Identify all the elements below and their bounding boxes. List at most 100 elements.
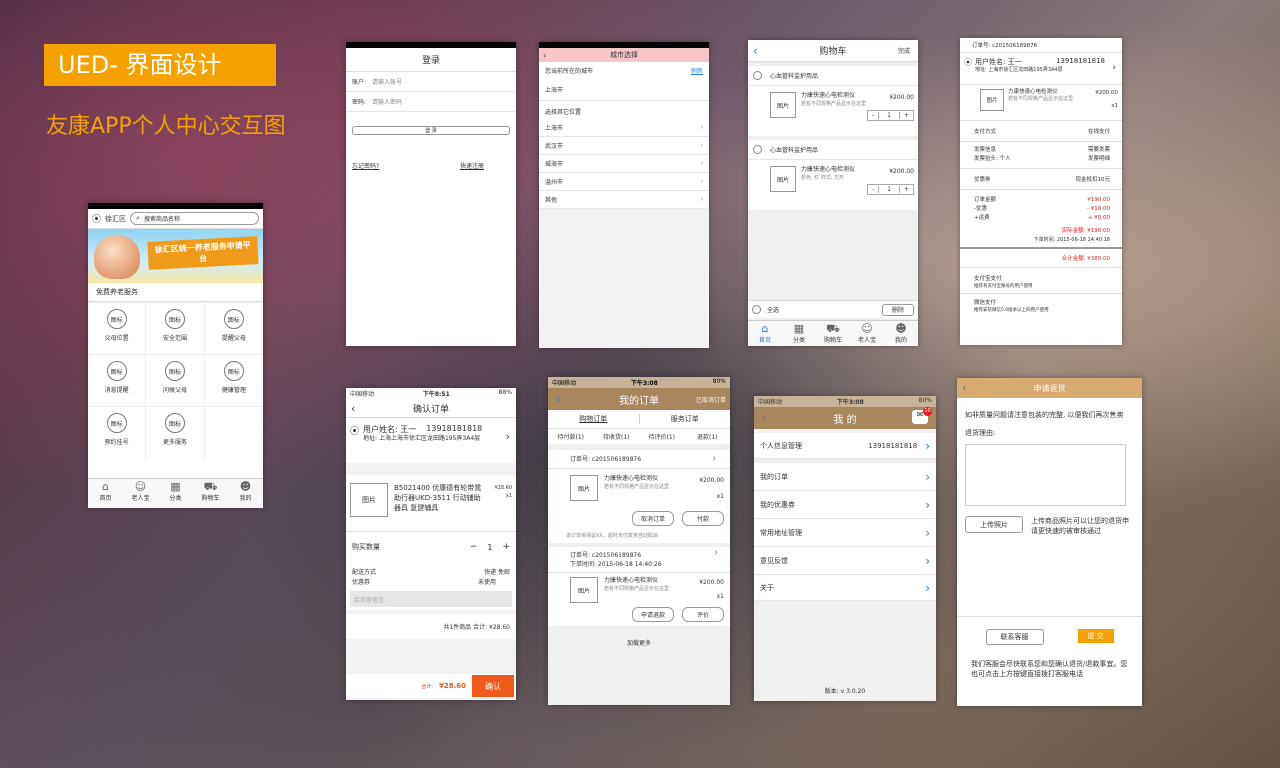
chevron-right-icon: › (925, 525, 930, 540)
city-item[interactable]: 温州市 › (539, 173, 709, 191)
tab-service-orders[interactable]: 服务订单 (638, 414, 731, 424)
upload-photo-button[interactable]: 上传照片 (965, 516, 1023, 533)
tab-home[interactable]: ⌂ 首页 (748, 321, 782, 346)
tab-category[interactable]: ▦ 分类 (782, 321, 816, 346)
grid-item-remind-parents[interactable]: 图标 提醒父母 (204, 303, 263, 355)
refund-button[interactable]: 申请退款 (632, 607, 674, 622)
menu-item-about[interactable]: 关于 › (754, 575, 936, 601)
confirm-button[interactable]: 确认 (472, 675, 514, 697)
menu-item-feedback[interactable]: 意见反馈 › (754, 547, 936, 575)
delete-button[interactable]: 删除 (882, 303, 914, 316)
refresh-link[interactable]: 刷新 (691, 66, 703, 75)
back-icon[interactable]: ‹ (753, 44, 758, 58)
confirm-header: ‹ 确认订单 (346, 399, 516, 417)
back-icon[interactable]: ‹ (543, 51, 546, 60)
city-header: ‹ 城市选择 (539, 48, 709, 62)
city-item[interactable]: 其他 › (539, 191, 709, 209)
profile-row[interactable]: 个人信息管理 13918181818 › (754, 433, 936, 459)
forgot-password-link[interactable]: 忘记密码? (352, 161, 379, 170)
tab-home[interactable]: ⌂ 首页 (88, 479, 123, 508)
login-screen: 登录 账户: 请输入账号 密码: 请输入密码 登 录 忘记密码? 快速注册 (346, 42, 516, 346)
back-icon[interactable]: ‹ (962, 381, 967, 395)
grid-item-appointment[interactable]: 图标 预约挂号 (88, 407, 147, 459)
account-input[interactable]: 请输入账号 (372, 77, 402, 86)
register-link[interactable]: 快速注册 (460, 161, 484, 170)
back-icon[interactable]: ‹ (556, 392, 561, 406)
alipay-option[interactable]: 支付宝支付 推荐有支付宝账号的用户使用 (960, 268, 1122, 294)
grid-item-more[interactable]: 图标 更多服务 (146, 407, 205, 459)
coupon-value[interactable]: 现金抵扣10元 (1076, 175, 1111, 183)
grid-item-parent-location[interactable]: 图标 父母位置 (88, 303, 147, 355)
grid-icon: ▦ (170, 480, 181, 493)
quantity-stepper[interactable]: −1 + (470, 542, 510, 552)
tab-category[interactable]: ▦ 分类 (158, 479, 193, 508)
current-city[interactable]: 上海市 (539, 79, 709, 101)
message-icon: 图标 (106, 361, 127, 381)
review-button[interactable]: 评价 (682, 607, 724, 622)
submit-button[interactable]: 提 交 (1077, 629, 1114, 643)
bell-icon: 图标 (223, 309, 244, 329)
grid-item-greet-parents[interactable]: 图标 问候父母 (146, 355, 205, 407)
city-item[interactable]: 上海市 › (539, 119, 709, 137)
select-radio[interactable] (753, 145, 762, 154)
location-label[interactable]: 徐汇区 (105, 214, 126, 224)
grid-item-safe-range[interactable]: 图标 安全范围 (146, 303, 205, 355)
banner-text: 徐汇区统一养老服务申请平台 (147, 236, 259, 270)
delivery-method[interactable]: 快递 免邮 (484, 568, 510, 578)
location-pin-icon: ⦿ (92, 215, 102, 225)
quantity-stepper[interactable]: -1 + (866, 110, 914, 121)
menu-item-my-coupons[interactable]: 我的优惠券 › (754, 491, 936, 519)
tab-cart[interactable]: ⛟ 购物车 (816, 321, 850, 346)
menu-item-addresses[interactable]: 常用地址管理 › (754, 519, 936, 547)
back-icon[interactable]: ‹ (351, 402, 355, 415)
tab-bar: ⌂ 首页 ☺ 老人宝 ▦ 分类 ⛟ 购物车 ☻ 我的 (88, 478, 263, 508)
more-icon: 图标 (164, 413, 185, 433)
grid-item-health[interactable]: 图标 健康管理 (204, 355, 263, 407)
quantity-stepper[interactable]: -1 + (866, 184, 914, 195)
cancel-order-button[interactable]: 取消订单 (632, 511, 674, 526)
password-input[interactable]: 请输入密码 (372, 97, 402, 106)
cart-icon: ⛟ (203, 480, 218, 493)
tab-elder[interactable]: ☺ 老人宝 (123, 479, 158, 508)
contact-support-button[interactable]: 联系客服 (985, 629, 1044, 645)
address-row[interactable]: ⦿ 用户姓名: 王一 13918181818 地址: 上海上海市徐汇区龙田路195… (346, 417, 516, 463)
search-input[interactable]: ⌕ 搜索商品名称 (130, 212, 259, 225)
done-button[interactable]: 完成 (898, 46, 910, 55)
city-item[interactable]: 武汉市 › (539, 137, 709, 155)
load-more[interactable]: 加载更多 (548, 630, 730, 655)
select-all-radio[interactable] (752, 305, 761, 314)
menu-item-my-orders[interactable]: 我的订单 › (754, 463, 936, 491)
note-input[interactable]: 给卖家留言: (350, 591, 512, 607)
coupon-select[interactable]: 未使用 (478, 578, 496, 588)
login-button[interactable]: 登 录 (352, 126, 510, 135)
payment-method[interactable]: 在线支付 (1088, 127, 1110, 135)
location-pin-icon: ⦿ (350, 427, 360, 437)
people-icon: ☺ (134, 480, 147, 493)
banner[interactable]: 徐汇区统一养老服务申请平台 (88, 229, 263, 283)
grid-item-message-reminder[interactable]: 图标 消息提醒 (88, 355, 147, 407)
user-icon: ☻ (239, 480, 252, 493)
cancelled-orders-link[interactable]: 已取消订单 (696, 395, 726, 404)
user-icon: ☻ (895, 322, 907, 335)
tab-mine[interactable]: ☻ 我的 (228, 479, 263, 508)
chevron-right-icon[interactable]: › (714, 549, 718, 558)
address-row[interactable]: ⦿ 用户姓名: 王一 13918181818 地址: 上海市徐汇区龙田路195弄3… (960, 53, 1122, 85)
chevron-right-icon: › (505, 430, 510, 443)
wechat-option[interactable]: 微信支付 推荐安装微信5.0版本以上的用户使用 (960, 294, 1122, 317)
subtab-pending-review[interactable]: 待评价(1) (639, 432, 685, 441)
city-item[interactable]: 城海市 › (539, 155, 709, 173)
chevron-right-icon: › (925, 580, 930, 595)
subtab-pending-receipt[interactable]: 待收货(1) (594, 432, 640, 441)
tab-elder[interactable]: ☺ 老人宝 (850, 321, 884, 346)
subtab-refund[interactable]: 退款(1) (685, 432, 731, 441)
select-radio[interactable] (753, 71, 762, 80)
reason-textarea[interactable] (965, 444, 1126, 506)
tab-mine[interactable]: ☻ 我的 (884, 321, 918, 346)
status-bar: 中国移动 下午3:08 80% (754, 396, 936, 407)
tab-cart[interactable]: ⛟ 购物车 (193, 479, 228, 508)
tab-shopping-orders[interactable]: 购物订单 (548, 414, 639, 424)
back-icon[interactable]: ‹ (762, 411, 767, 425)
pay-button[interactable]: 付款 (682, 511, 724, 526)
subtab-pending-payment[interactable]: 待付款(1) (548, 432, 594, 441)
chevron-right-icon[interactable]: › (712, 454, 716, 464)
